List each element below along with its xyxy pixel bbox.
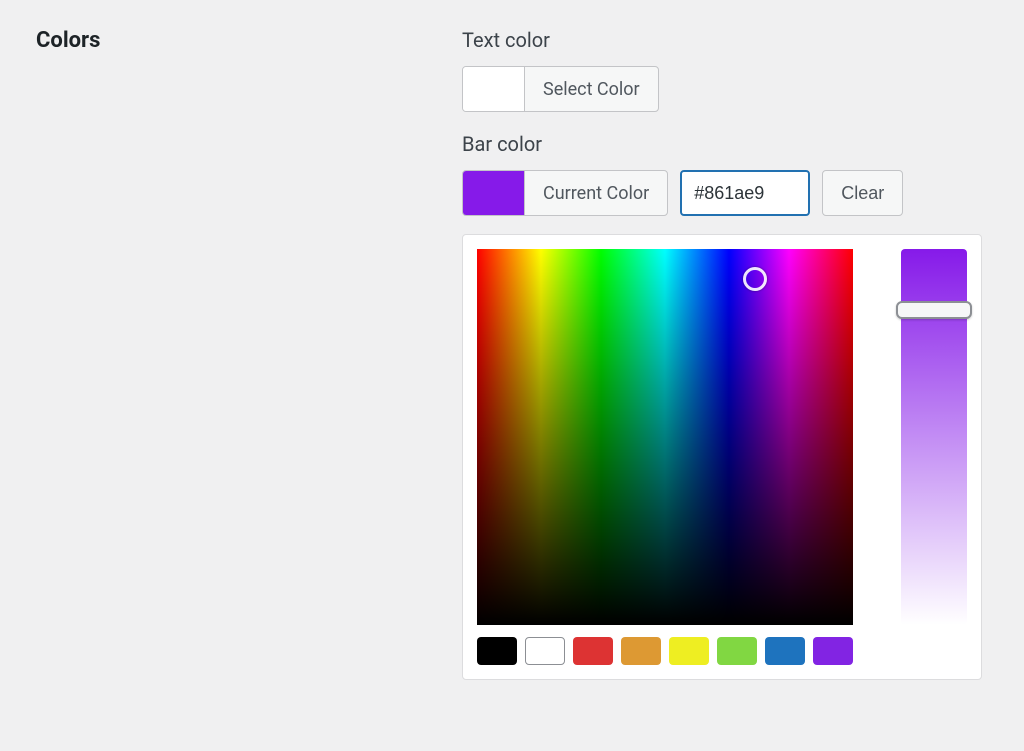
alpha-handle[interactable] [896, 301, 972, 319]
preset-swatch-black[interactable] [477, 637, 517, 665]
preset-swatch-blue[interactable] [765, 637, 805, 665]
preset-swatch-white[interactable] [525, 637, 565, 665]
preset-swatch-yellow[interactable] [669, 637, 709, 665]
sv-cursor[interactable] [743, 267, 767, 291]
clear-button[interactable]: Clear [822, 170, 903, 216]
bar-color-label: Bar color [462, 132, 988, 156]
color-picker-panel [462, 234, 982, 680]
section-heading: Colors [36, 28, 442, 53]
preset-swatch-purple[interactable] [813, 637, 853, 665]
alpha-slider[interactable] [901, 249, 967, 625]
text-color-swatch [463, 67, 525, 111]
text-color-label: Text color [462, 28, 988, 52]
preset-swatches [477, 637, 873, 665]
text-color-picker-label: Select Color [525, 67, 658, 111]
bar-color-picker-label: Current Color [525, 171, 667, 215]
text-color-picker-button[interactable]: Select Color [462, 66, 659, 112]
preset-swatch-green[interactable] [717, 637, 757, 665]
bar-color-field: Bar color Current Color Clear [462, 132, 988, 680]
saturation-value-area[interactable] [477, 249, 853, 625]
bar-color-swatch [463, 171, 525, 215]
preset-swatch-orange[interactable] [621, 637, 661, 665]
bar-color-hex-input[interactable] [680, 170, 810, 216]
preset-swatch-red[interactable] [573, 637, 613, 665]
text-color-field: Text color Select Color [462, 28, 988, 112]
bar-color-picker-button[interactable]: Current Color [462, 170, 668, 216]
